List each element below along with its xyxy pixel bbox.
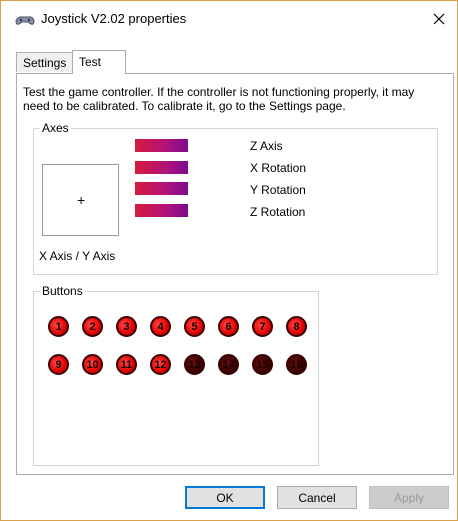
z-axis-label: Z Axis [250,139,283,153]
apply-button[interactable]: Apply [369,486,449,509]
buttons-group-label: Buttons [40,284,85,298]
axes-group-label: Axes [40,121,71,135]
close-icon [433,13,445,28]
test-description: Test the game controller. If the control… [23,85,415,113]
z-rotation-bar [135,204,188,217]
button-indicator-10: 10 [82,354,103,375]
button-indicator-8: 8 [286,316,307,337]
button-indicator-15: 15 [252,354,273,375]
close-button[interactable] [425,7,453,33]
button-indicator-13: 13 [184,354,205,375]
tab-settings[interactable]: Settings [16,52,73,72]
xy-cursor: + [77,192,86,208]
title-bar: Joystick V2.02 properties [1,1,457,37]
button-indicator-2: 2 [82,316,103,337]
button-indicator-4: 4 [150,316,171,337]
z-rotation-label: Z Rotation [250,205,306,219]
window-title: Joystick V2.02 properties [41,11,187,26]
joystick-icon [14,13,36,27]
button-indicator-6: 6 [218,316,239,337]
xy-axis-box: + [42,164,119,236]
buttons-group: Buttons [33,284,319,466]
button-indicator-1: 1 [48,316,69,337]
y-rotation-label: Y Rotation [250,183,306,197]
ok-button[interactable]: OK [185,486,265,509]
button-indicator-9: 9 [48,354,69,375]
button-indicator-5: 5 [184,316,205,337]
tab-test[interactable]: Test [72,50,126,74]
button-indicator-11: 11 [116,354,137,375]
x-rotation-label: X Rotation [250,161,307,175]
button-indicator-7: 7 [252,316,273,337]
button-indicator-14: 14 [218,354,239,375]
y-rotation-bar [135,182,188,195]
button-indicator-3: 3 [116,316,137,337]
properties-window: Joystick V2.02 properties Settings Test … [0,0,458,521]
x-rotation-bar [135,161,188,174]
button-indicator-16: 16 [286,354,307,375]
cancel-button[interactable]: Cancel [277,486,357,509]
xy-axis-label: X Axis / Y Axis [39,249,116,263]
z-axis-bar [135,139,188,152]
button-indicator-12: 12 [150,354,171,375]
